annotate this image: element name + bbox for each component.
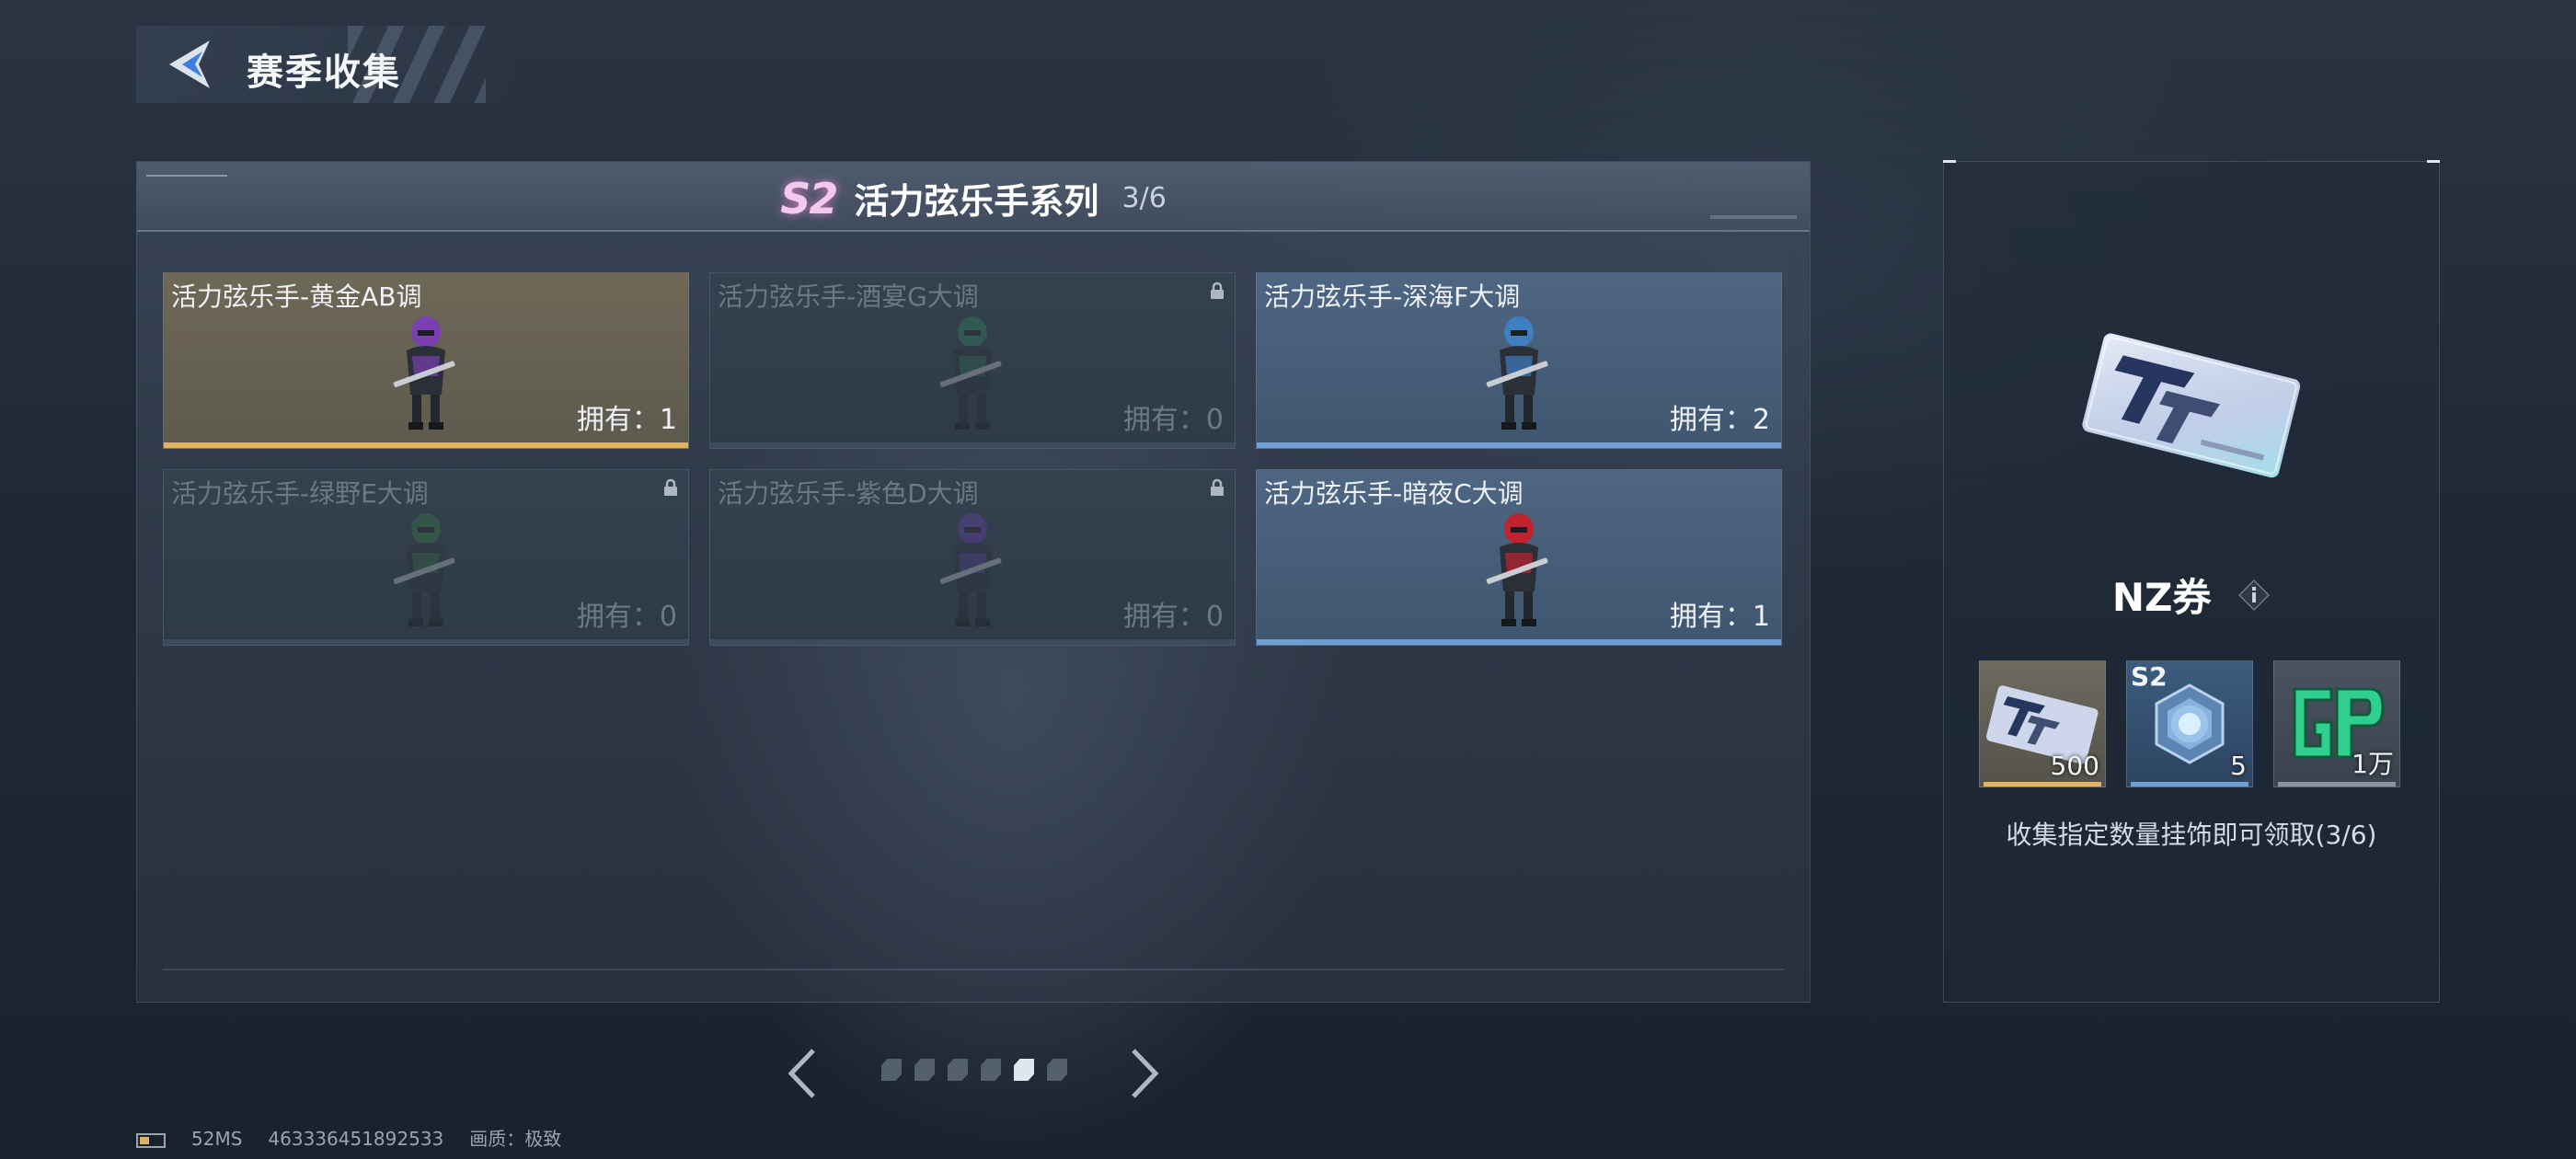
lock-icon bbox=[1211, 281, 1224, 299]
charm-progress-bar bbox=[164, 639, 688, 645]
battery-icon bbox=[136, 1132, 166, 1148]
charm-figure-icon bbox=[939, 316, 1002, 430]
charm-progress-bar bbox=[1257, 639, 1781, 645]
charm-owned-count: 拥有：0 bbox=[1122, 601, 1224, 633]
reward-rarity-bar bbox=[2278, 782, 2396, 786]
charm-figure-icon bbox=[1486, 513, 1548, 626]
season-badge: S2 bbox=[780, 173, 838, 224]
back-arrow-icon bbox=[169, 40, 210, 88]
nz-ticket-icon[interactable] bbox=[2073, 318, 2312, 484]
series-header: S2 活力弦乐手系列 3/6 bbox=[137, 162, 1810, 232]
reward-name: NZ券 bbox=[2111, 575, 2212, 620]
reward-item[interactable]: 1万 bbox=[2273, 660, 2400, 787]
charm-progress-bar bbox=[164, 442, 688, 448]
reward-quantity: 5 bbox=[2230, 751, 2247, 781]
charm-card[interactable]: 活力弦乐手-紫色D大调 拥有：0 bbox=[709, 469, 1236, 646]
reward-panel: NZ券 500 S2 5 1万 收集指定数量挂饰即可领取(3/6) bbox=[1943, 160, 2440, 1003]
charm-owned-count: 拥有：0 bbox=[1122, 404, 1224, 436]
charm-name: 活力弦乐手-绿野E大调 bbox=[171, 478, 429, 509]
panel-divider bbox=[163, 969, 1784, 970]
page-dot[interactable] bbox=[1014, 1059, 1034, 1081]
reward-rarity-bar bbox=[2131, 782, 2248, 786]
lock-icon bbox=[1211, 478, 1224, 496]
series-title: S2 活力弦乐手系列 3/6 bbox=[137, 173, 1810, 224]
page-dot[interactable] bbox=[914, 1059, 935, 1081]
reward-title: NZ券 bbox=[1944, 567, 2439, 623]
reward-quantity: 500 bbox=[2050, 751, 2099, 781]
charm-owned-count: 拥有：0 bbox=[576, 601, 677, 633]
charm-card[interactable]: 活力弦乐手-酒宴G大调 拥有：0 bbox=[709, 272, 1236, 449]
charm-progress-bar bbox=[710, 639, 1235, 645]
series-name: 活力弦乐手系列 bbox=[854, 181, 1099, 222]
series-progress: 3/6 bbox=[1121, 182, 1167, 214]
page-dot[interactable] bbox=[881, 1059, 902, 1081]
charm-name: 活力弦乐手-深海F大调 bbox=[1264, 281, 1521, 312]
charm-figure-icon bbox=[393, 513, 455, 626]
back-button[interactable] bbox=[162, 37, 217, 92]
charm-progress-bar bbox=[1257, 442, 1781, 448]
charm-owned-count: 拥有：1 bbox=[1669, 601, 1770, 633]
user-id: 463336451892533 bbox=[268, 1128, 444, 1150]
charm-figure-icon bbox=[939, 513, 1002, 626]
page-dot[interactable] bbox=[981, 1059, 1001, 1081]
lock-icon bbox=[664, 478, 677, 496]
page-dot[interactable] bbox=[948, 1059, 968, 1081]
page-dot[interactable] bbox=[1047, 1059, 1067, 1081]
charm-card[interactable]: 活力弦乐手-绿野E大调 拥有：0 bbox=[163, 469, 689, 646]
reward-quantity: 1万 bbox=[2352, 749, 2394, 779]
reward-rarity-bar bbox=[1984, 782, 2101, 786]
page-header: 赛季收集 bbox=[136, 26, 523, 103]
charm-card[interactable]: 活力弦乐手-黄金AB调 拥有：1 bbox=[163, 272, 689, 449]
charm-progress-bar bbox=[710, 442, 1235, 448]
charm-card[interactable]: 活力弦乐手-暗夜C大调 拥有：1 bbox=[1256, 469, 1782, 646]
reward-caption: 收集指定数量挂饰即可领取(3/6) bbox=[2006, 820, 2377, 850]
reward-item[interactable]: S2 5 bbox=[2126, 660, 2253, 787]
ping-value: 52MS bbox=[191, 1128, 243, 1150]
charm-figure-icon bbox=[1486, 316, 1548, 430]
prev-page-arrow-icon[interactable] bbox=[782, 1047, 822, 1100]
charm-card[interactable]: 活力弦乐手-深海F大调 拥有：2 bbox=[1256, 272, 1782, 449]
charm-name: 活力弦乐手-紫色D大调 bbox=[718, 478, 979, 509]
charm-owned-count: 拥有：2 bbox=[1669, 404, 1770, 436]
charm-name: 活力弦乐手-黄金AB调 bbox=[171, 281, 422, 312]
collection-panel: S2 活力弦乐手系列 3/6 活力弦乐手-黄金AB调 拥有：1 活力弦乐手-酒宴… bbox=[136, 161, 1811, 1003]
charm-figure-icon bbox=[393, 316, 455, 430]
reward-items: 500 S2 5 1万 bbox=[1979, 660, 2411, 787]
status-bar: 52MS 463336451892533 画质：极致 bbox=[136, 1124, 587, 1151]
info-icon[interactable] bbox=[2237, 579, 2271, 612]
next-page-arrow-icon[interactable] bbox=[1124, 1047, 1165, 1100]
page-title: 赛季收集 bbox=[247, 52, 401, 94]
charm-name: 活力弦乐手-暗夜C大调 bbox=[1264, 478, 1524, 509]
charm-name: 活力弦乐手-酒宴G大调 bbox=[718, 281, 979, 312]
season-tag: S2 bbox=[2131, 661, 2168, 692]
charm-owned-count: 拥有：1 bbox=[576, 404, 677, 436]
graphics-quality: 画质：极致 bbox=[469, 1128, 562, 1150]
reward-item[interactable]: 500 bbox=[1979, 660, 2106, 787]
